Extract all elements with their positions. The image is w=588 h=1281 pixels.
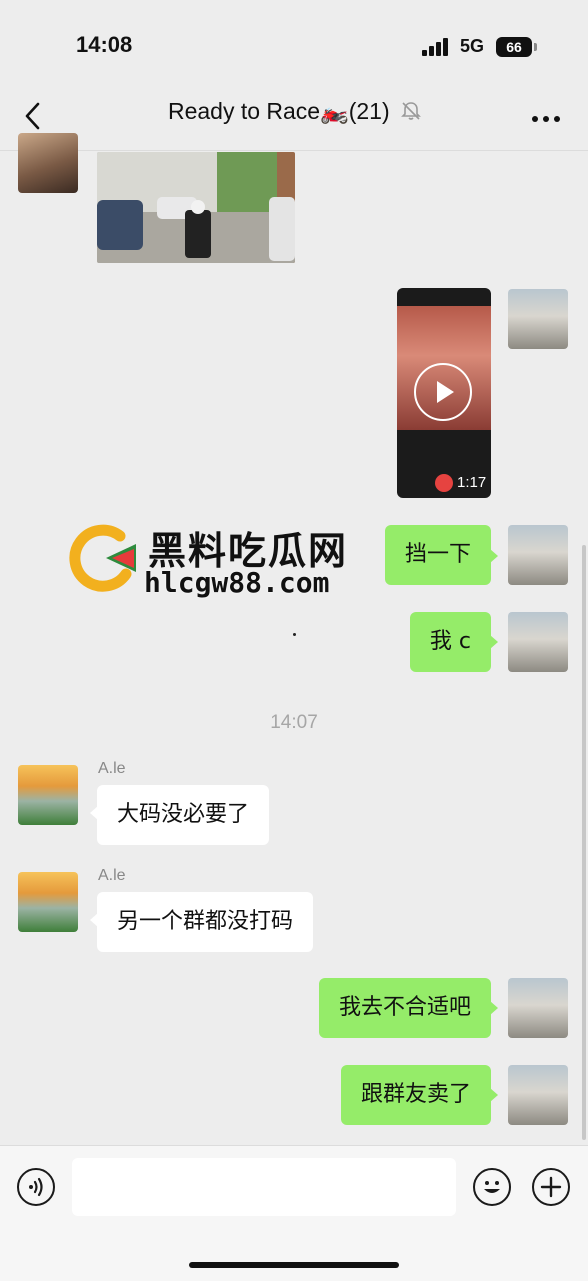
plus-icon [540, 1176, 562, 1198]
avatar[interactable] [18, 765, 78, 825]
voice-icon [29, 1177, 43, 1197]
emoji-icon [484, 1181, 500, 1193]
watermark-logo [68, 522, 138, 592]
more-button[interactable] [530, 110, 564, 122]
bubble-tail [490, 635, 498, 649]
battery-tip [534, 43, 537, 51]
avatar[interactable] [508, 289, 568, 349]
video-message[interactable]: 1:17 [397, 288, 491, 498]
plus-button[interactable] [532, 1168, 570, 1206]
signal-icon [422, 38, 452, 56]
message-input[interactable] [72, 1158, 456, 1216]
play-icon[interactable] [414, 363, 472, 421]
hangup-icon [435, 474, 453, 492]
avatar[interactable] [508, 612, 568, 672]
message-bubble[interactable]: 另一个群都没打码 [97, 892, 314, 952]
home-indicator[interactable] [189, 1262, 399, 1268]
sender-name: A.le [98, 760, 126, 777]
street-photo [97, 152, 295, 263]
bubble-tail [490, 1001, 498, 1015]
time-separator: 14:07 [270, 712, 318, 733]
message-bubble[interactable]: 大码没必要了 [97, 785, 270, 845]
avatar[interactable] [508, 525, 568, 585]
bell-slash-icon [401, 102, 421, 120]
bubble-tail [490, 549, 498, 563]
dot-artifact [293, 633, 296, 636]
watermark-url: hlcgw88.com [144, 566, 330, 599]
chat-title: Ready to Race🏍️(21) [120, 98, 470, 125]
ellipsis-icon [532, 116, 560, 122]
emoji-button[interactable] [473, 1168, 511, 1206]
play-triangle [437, 381, 454, 403]
watermelon-logo-icon [69, 524, 136, 592]
scrollbar[interactable] [582, 545, 586, 1140]
voice-button[interactable] [17, 1168, 55, 1206]
sender-name: A.le [98, 867, 126, 884]
status-time: 14:08 [76, 32, 133, 57]
chevron-left-icon [25, 102, 40, 130]
avatar[interactable] [508, 1065, 568, 1125]
image-message[interactable] [97, 152, 295, 263]
message-bubble[interactable]: 我去不合适吧 [318, 978, 491, 1038]
battery-icon: 66 [496, 37, 532, 57]
message-bubble[interactable]: 我 c [409, 612, 491, 672]
network-type: 5G [460, 36, 485, 56]
message-bubble[interactable]: 跟群友卖了 [340, 1065, 491, 1125]
bubble-tail [490, 1088, 498, 1102]
message-bubble[interactable]: 挡一下 [384, 525, 491, 585]
avatar[interactable] [18, 133, 78, 193]
back-button[interactable] [22, 101, 50, 131]
video-duration: 1:17 [457, 474, 487, 491]
avatar[interactable] [18, 872, 78, 932]
chat-title-text: Ready to Race🏍️(21) [167, 98, 390, 124]
avatar[interactable] [508, 978, 568, 1038]
